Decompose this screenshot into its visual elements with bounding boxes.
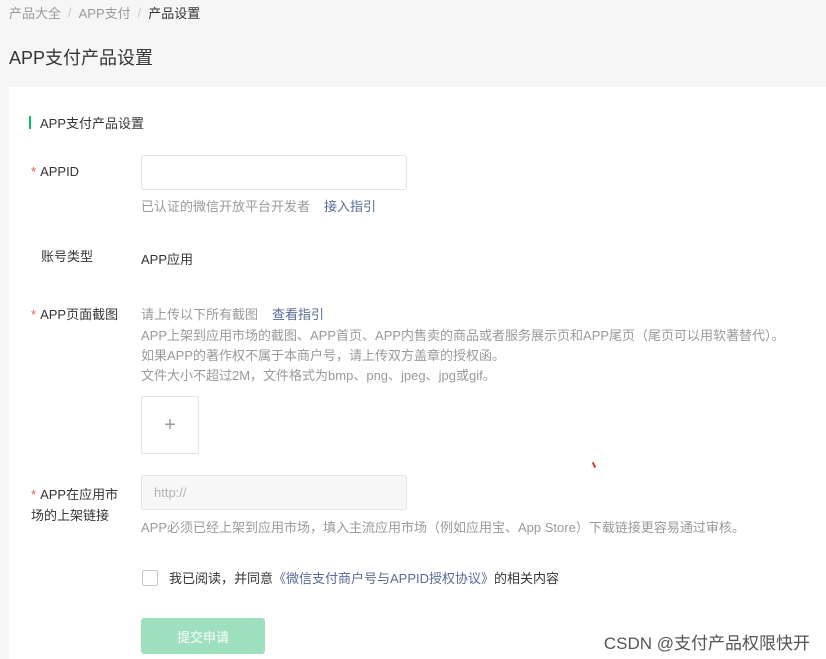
plus-icon: +: [164, 413, 176, 436]
screenshots-desc-line3: 文件大小不超过2M，文件格式为bmp、png、jpeg、jpg或gif。: [141, 368, 496, 383]
screenshots-intro-text: 请上传以下所有截图: [141, 307, 259, 322]
required-mark: *: [31, 164, 37, 179]
screenshots-intro: 请上传以下所有截图 查看指引: [141, 305, 324, 325]
screenshots-desc-line1: APP上架到应用市场的截图、APP首页、APP内售卖的商品或者服务展示页和APP…: [141, 328, 785, 343]
agreement-suffix: 的相关内容: [494, 571, 560, 586]
market-link-hint: APP必须已经上架到应用市场，填入主流应用市场（例如应用宝、App Store）…: [141, 520, 745, 535]
breadcrumb-item-products[interactable]: 产品大全: [9, 3, 61, 22]
access-guide-link[interactable]: 接入指引: [324, 199, 376, 214]
watermark: CSDN @支付产品权限快开: [601, 629, 812, 654]
account-type-label: 账号类型: [41, 249, 94, 264]
settings-panel: APP支付产品设置 * APPID 已认证的微信开放平台开发者 接入指引 账号类型 …: [9, 87, 826, 659]
screenshots-desc-line2: 如果APP的著作权不属于本商户号，请上传双方盖章的授权函。: [141, 348, 506, 363]
view-guide-link[interactable]: 查看指引: [272, 307, 324, 322]
section-title: APP支付产品设置: [29, 113, 144, 132]
section-accent-bar: [29, 116, 31, 129]
appid-label-text: APPID: [40, 164, 80, 179]
required-mark: *: [31, 307, 37, 322]
screenshots-label: * APP页面截图: [31, 304, 118, 325]
page-title: APP支付产品设置: [9, 48, 154, 68]
appid-label: * APPID: [31, 161, 79, 182]
breadcrumb-item-app-pay[interactable]: APP支付: [79, 3, 131, 22]
appid-input[interactable]: [141, 155, 407, 190]
section-title-text: APP支付产品设置: [40, 116, 145, 131]
market-link-label-line2: 场的上架链接: [31, 508, 110, 523]
required-mark: *: [31, 487, 37, 502]
breadcrumb-separator: /: [68, 5, 72, 20]
breadcrumb-separator: /: [137, 5, 142, 20]
account-type-value: APP应用: [141, 252, 194, 267]
submit-button[interactable]: 提交申请: [141, 618, 265, 654]
breadcrumb: 产品大全 / APP支付 / 产品设置: [9, 3, 200, 22]
agreement-row: 我已阅读，并同意 《微信支付商户号与APPID授权协议》 的相关内容: [142, 568, 559, 587]
appid-hint: 已认证的微信开放平台开发者 接入指引: [141, 197, 376, 217]
agreement-checkbox[interactable]: [142, 569, 158, 586]
breadcrumb-item-current: 产品设置: [148, 6, 201, 21]
upload-screenshot-button[interactable]: +: [141, 396, 199, 454]
appid-hint-text: 已认证的微信开放平台开发者: [141, 199, 311, 214]
agreement-prefix: 我已阅读，并同意: [169, 571, 274, 586]
market-link-label: * APP在应用市 场的上架链接: [31, 484, 118, 526]
market-link-input[interactable]: [141, 475, 407, 510]
agreement-link[interactable]: 《微信支付商户号与APPID授权协议》: [273, 568, 494, 587]
market-link-label-line1: APP在应用市: [40, 487, 119, 502]
screenshots-label-text: APP页面截图: [40, 307, 119, 322]
